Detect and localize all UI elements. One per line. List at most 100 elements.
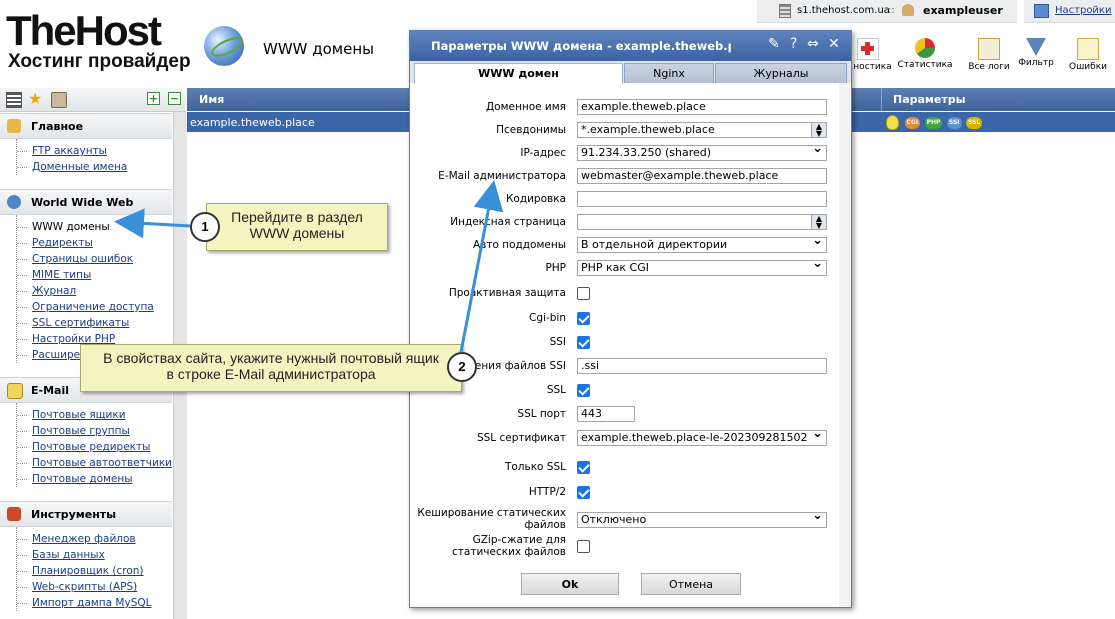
collapse-all-icon[interactable]: − bbox=[168, 92, 181, 105]
group-items: Почтовые ящики Почтовые группы Почтовые … bbox=[16, 403, 172, 487]
sidebar-item-log[interactable]: Журнал bbox=[17, 283, 172, 299]
tab-nginx[interactable]: Nginx bbox=[624, 63, 714, 83]
close-icon[interactable]: ✕ bbox=[828, 36, 840, 52]
index-spin-icon[interactable]: ▲ ▼ bbox=[811, 215, 826, 229]
toolbar-filter[interactable]: Фильтр bbox=[1016, 38, 1056, 68]
sidebar-item-mailboxes[interactable]: Почтовые ящики bbox=[17, 407, 172, 423]
first-aid-icon bbox=[857, 38, 879, 60]
column-params[interactable]: Параметры bbox=[893, 93, 966, 106]
ssl-port-input[interactable]: 443 bbox=[577, 406, 635, 422]
sidebar-item-label: Редиректы bbox=[32, 237, 93, 249]
globe-icon bbox=[7, 195, 21, 209]
toolbar-label: Статистика bbox=[897, 60, 953, 70]
step-2-badge: 2 bbox=[447, 352, 477, 382]
alias-spin-icon[interactable]: ▲ ▼ bbox=[811, 123, 826, 137]
row-ssl-port: SSL порт 443 bbox=[410, 406, 851, 426]
sidebar-item-mail-redirects[interactable]: Почтовые редиректы bbox=[17, 439, 172, 455]
proactive-checkbox[interactable] bbox=[577, 287, 590, 300]
group-header[interactable]: Главное bbox=[0, 113, 172, 139]
sidebar-item-domains[interactable]: Доменные имена bbox=[17, 159, 172, 175]
sidebar-item-label: SSL сертификаты bbox=[32, 317, 130, 329]
autosub-select[interactable]: В отдельной директории bbox=[577, 237, 827, 253]
charset-input[interactable] bbox=[577, 191, 827, 207]
ssl-only-checkbox[interactable] bbox=[577, 461, 590, 474]
settings-icon[interactable] bbox=[1034, 4, 1049, 18]
gzip-checkbox[interactable] bbox=[577, 540, 590, 553]
mail-icon bbox=[7, 383, 23, 399]
toolbar-all-logs[interactable]: Все логи bbox=[966, 38, 1012, 72]
sidebar-item-cron[interactable]: Планировщик (cron) bbox=[17, 563, 172, 579]
row-gzip: GZip-сжатие для статических файлов bbox=[410, 534, 851, 560]
sidebar-item-mysql-import[interactable]: Импорт дампа MySQL bbox=[17, 595, 172, 611]
row-charset: Кодировка bbox=[410, 191, 851, 211]
sidebar-item-aps[interactable]: Web-скрипты (APS) bbox=[17, 579, 172, 595]
ssl-cert-select[interactable]: example.theweb.place-le-202309281502 bbox=[577, 430, 827, 446]
tab-www-domain[interactable]: WWW домен bbox=[414, 63, 623, 84]
expand-all-icon[interactable]: + bbox=[147, 92, 160, 105]
sidebar-item-ssl[interactable]: SSL сертификаты bbox=[17, 315, 172, 331]
row-http2: HTTP/2 bbox=[410, 484, 851, 504]
sidebar-item-autoresponders[interactable]: Почтовые автоответчики bbox=[17, 455, 172, 471]
list-icon[interactable] bbox=[6, 92, 22, 108]
briefcase-icon[interactable] bbox=[51, 92, 67, 108]
callout-1-line-2: WWW домены bbox=[249, 225, 345, 241]
tab-logs[interactable]: Журналы bbox=[715, 63, 847, 83]
ssl-checkbox[interactable] bbox=[577, 384, 590, 397]
help-icon[interactable]: ? bbox=[790, 36, 797, 52]
group-header[interactable]: Инструменты bbox=[0, 501, 172, 527]
sidebar-item-www-domains[interactable]: WWW домены bbox=[17, 219, 172, 235]
sidebar-item-ftp[interactable]: FTP аккаунты bbox=[17, 143, 172, 159]
ip-select[interactable]: 91.234.33.250 (shared) bbox=[577, 145, 827, 161]
group-title: E-Mail bbox=[31, 384, 69, 397]
sidebar-item-mime[interactable]: MIME типы bbox=[17, 267, 172, 283]
sidebar-item-databases[interactable]: Базы данных bbox=[17, 547, 172, 563]
callout-2-line-1: В свойствах сайта, укажите нужный почтов… bbox=[103, 350, 439, 366]
user-icon bbox=[902, 4, 914, 16]
index-input[interactable]: ▲ ▼ bbox=[577, 214, 827, 230]
sidebar-item-label: Ограничение доступа bbox=[32, 301, 154, 313]
star-icon[interactable]: ★ bbox=[28, 89, 42, 108]
group-items: WWW домены Редиректы Страницы ошибок MIM… bbox=[16, 215, 172, 363]
ssi-checkbox[interactable] bbox=[577, 336, 590, 349]
group-header[interactable]: World Wide Web bbox=[0, 189, 172, 215]
sidebar-item-redirects[interactable]: Редиректы bbox=[17, 235, 172, 251]
pin-icon[interactable]: ✎ bbox=[768, 36, 780, 52]
sidebar-item-error-pages[interactable]: Страницы ошибок bbox=[17, 251, 172, 267]
ip-label: IP-адрес bbox=[520, 147, 566, 159]
user-name[interactable]: exampleuser bbox=[923, 4, 1003, 17]
sidebar-item-label: FTP аккаунты bbox=[32, 145, 107, 157]
cache-select[interactable]: Отключено bbox=[577, 512, 827, 528]
cgi-checkbox[interactable] bbox=[577, 312, 590, 325]
ok-button[interactable]: Ok bbox=[521, 573, 619, 595]
column-name[interactable]: Имя bbox=[199, 93, 224, 106]
sidebar-item-label: Импорт дампа MySQL bbox=[32, 597, 152, 609]
sidebar-item-label: Почтовые редиректы bbox=[32, 441, 151, 453]
index-label: Индексная страница bbox=[450, 216, 566, 228]
cgi-badge: CGI bbox=[904, 116, 921, 129]
logo: TheHost Хостинг провайдер bbox=[6, 10, 191, 72]
column-divider bbox=[881, 88, 882, 111]
ssi-badge: SSI bbox=[946, 116, 962, 129]
settings-link[interactable]: Настройки bbox=[1055, 5, 1111, 16]
separator: :: bbox=[888, 5, 895, 16]
alias-value: *.example.theweb.place bbox=[581, 123, 715, 136]
domain-input[interactable]: example.theweb.place bbox=[577, 99, 827, 115]
sidebar-item-mail-groups[interactable]: Почтовые группы bbox=[17, 423, 172, 439]
http2-checkbox[interactable] bbox=[577, 486, 590, 499]
sidebar-item-access[interactable]: Ограничение доступа bbox=[17, 299, 172, 315]
alias-input[interactable]: *.example.theweb.place ▲ ▼ bbox=[577, 122, 827, 138]
resize-icon[interactable]: ⇔ bbox=[807, 36, 819, 52]
toolbar-statistics[interactable]: Статистика bbox=[897, 38, 953, 70]
sidebar-toolbar: ★ + − bbox=[0, 88, 186, 112]
email-input[interactable]: webmaster@example.theweb.place bbox=[577, 168, 827, 184]
dialog-titlebar[interactable]: Параметры WWW домена - example.theweb.pl… bbox=[410, 31, 851, 61]
toolbar-errors[interactable]: Ошибки bbox=[1066, 38, 1110, 72]
php-select[interactable]: PHP как CGI bbox=[577, 260, 827, 276]
cancel-button[interactable]: Отмена bbox=[641, 573, 741, 595]
sidebar-item-file-manager[interactable]: Менеджер файлов bbox=[17, 531, 172, 547]
ssi-ext-input[interactable]: .ssi bbox=[577, 358, 827, 374]
sidebar-item-mail-domains[interactable]: Почтовые домены bbox=[17, 471, 172, 487]
sidebar-item-label: Страницы ошибок bbox=[32, 253, 134, 265]
php-badge: PHP bbox=[924, 116, 943, 129]
row-ssl-cert: SSL сертификат example.theweb.place-le-2… bbox=[410, 430, 851, 450]
